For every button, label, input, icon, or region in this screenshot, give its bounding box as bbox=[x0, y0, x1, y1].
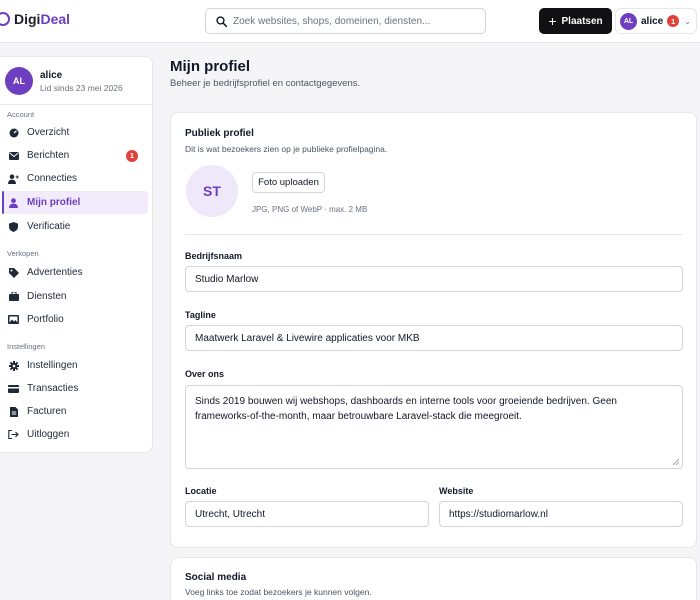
place-button-label: Plaatsen bbox=[561, 15, 603, 27]
sidebar-item-label: Transacties bbox=[27, 383, 79, 394]
user-plus-icon bbox=[8, 173, 19, 184]
credit-card-icon bbox=[8, 384, 19, 393]
user-menu[interactable]: AL alice 1 ⌄ bbox=[615, 8, 697, 34]
profile-avatar: ST bbox=[186, 165, 238, 217]
sidebar-item-uitloggen[interactable]: Uitloggen bbox=[2, 423, 148, 446]
company-name-label: Bedrijfsnaam bbox=[185, 251, 243, 261]
sidebar-profile: AL alice Lid sinds 23 mei 2026 bbox=[5, 67, 123, 95]
resize-handle-icon[interactable] bbox=[672, 458, 679, 465]
about-label: Over ons bbox=[185, 369, 225, 379]
sidebar-item-label: Verificatie bbox=[27, 221, 71, 232]
member-since: Lid sinds 23 mei 2026 bbox=[40, 82, 123, 93]
about-textarea[interactable]: Sinds 2019 bouwen wij webshops, dashboar… bbox=[185, 385, 683, 469]
avatar: AL bbox=[5, 67, 33, 95]
sidebar-item-label: Portfolio bbox=[27, 314, 64, 325]
page-title: Mijn profiel bbox=[170, 58, 250, 75]
sidebar-item-instellingen[interactable]: Instellingen bbox=[2, 354, 148, 377]
location-label: Locatie bbox=[185, 486, 217, 496]
section-label-verkopen: Verkopen bbox=[7, 249, 39, 258]
top-bar: DigiDeal + Plaatsen AL alice 1 ⌄ bbox=[0, 0, 700, 43]
card-subtitle: Voeg links toe zodat bezoekers je kunnen… bbox=[185, 587, 372, 597]
sidebar-item-label: Overzicht bbox=[27, 127, 70, 138]
logo-text: DigiDeal bbox=[14, 11, 71, 27]
tagline-label: Tagline bbox=[185, 310, 216, 320]
divider bbox=[0, 104, 152, 105]
sidebar-item-label: Berichten bbox=[27, 150, 70, 161]
tagline-field[interactable]: Maatwerk Laravel & Livewire applicaties … bbox=[185, 325, 683, 351]
sidebar-item-overzicht[interactable]: Overzicht bbox=[2, 121, 148, 144]
website-field[interactable]: https://studiomarlow.nl bbox=[439, 501, 683, 527]
search-bar[interactable] bbox=[205, 8, 486, 34]
user-icon bbox=[8, 197, 19, 208]
section-label-instellingen: Instellingen bbox=[7, 342, 45, 351]
sidebar-item-portfolio[interactable]: Portfolio bbox=[2, 308, 148, 331]
notification-badge: 1 bbox=[667, 15, 680, 27]
images-icon bbox=[8, 315, 19, 324]
sidebar-item-label: Diensten bbox=[27, 291, 67, 302]
sidebar-item-label: Connecties bbox=[27, 173, 78, 184]
divider bbox=[185, 234, 683, 235]
sidebar-item-label: Mijn profiel bbox=[27, 197, 81, 208]
search-input[interactable] bbox=[233, 15, 473, 27]
upload-photo-button[interactable]: Foto uploaden bbox=[252, 172, 325, 193]
website-label: Website bbox=[439, 486, 474, 496]
sidebar-item-verificatie[interactable]: Verificatie bbox=[2, 215, 148, 238]
gear-icon bbox=[8, 360, 19, 371]
notification-badge: 1 bbox=[126, 149, 138, 162]
shield-icon bbox=[8, 221, 19, 232]
upload-hint: JPG, PNG of WebP · max. 2 MB bbox=[252, 205, 368, 214]
sidebar-item-berichten[interactable]: Berichten 1 bbox=[2, 144, 148, 167]
sidebar-item-label: Uitloggen bbox=[27, 429, 70, 440]
logo-icon bbox=[0, 12, 10, 26]
company-name-field[interactable]: Studio Marlow bbox=[185, 266, 683, 292]
section-label-account: Account bbox=[7, 110, 35, 119]
sidebar-item-diensten[interactable]: Diensten bbox=[2, 285, 148, 308]
search-icon bbox=[216, 15, 227, 27]
envelope-icon bbox=[8, 151, 19, 160]
sidebar: AL alice Lid sinds 23 mei 2026 Account O… bbox=[0, 56, 153, 453]
card-subtitle: Dit is wat bezoekers zien op je publieke… bbox=[185, 144, 388, 154]
sidebar-item-label: Advertenties bbox=[27, 267, 83, 278]
tag-icon bbox=[8, 267, 19, 278]
sidebar-item-transacties[interactable]: Transacties bbox=[2, 377, 148, 400]
page-subtitle: Beheer je bedrijfsprofiel en contactgege… bbox=[170, 78, 361, 89]
sidebar-item-label: Instellingen bbox=[27, 360, 78, 371]
card-title: Social media bbox=[185, 572, 247, 583]
sidebar-item-connecties[interactable]: Connecties bbox=[2, 167, 148, 190]
user-name: alice bbox=[641, 15, 664, 27]
place-button[interactable]: + Plaatsen bbox=[539, 8, 612, 34]
about-text: Sinds 2019 bouwen wij webshops, dashboar… bbox=[195, 396, 617, 422]
location-field[interactable]: Utrecht, Utrecht bbox=[185, 501, 429, 527]
chevron-down-icon: ⌄ bbox=[684, 16, 691, 26]
logo[interactable]: DigiDeal bbox=[0, 11, 70, 27]
sidebar-item-mijn-profiel[interactable]: Mijn profiel bbox=[2, 191, 148, 214]
dashboard-icon bbox=[8, 128, 19, 138]
logout-icon bbox=[8, 430, 19, 439]
invoice-icon bbox=[8, 406, 19, 417]
briefcase-icon bbox=[8, 292, 19, 301]
plus-icon: + bbox=[548, 13, 557, 29]
card-title: Publiek profiel bbox=[185, 128, 254, 139]
sidebar-item-facturen[interactable]: Facturen bbox=[2, 400, 148, 423]
sidebar-item-label: Facturen bbox=[27, 406, 67, 417]
public-profile-card: Publiek profiel Dit is wat bezoekers zie… bbox=[170, 112, 697, 548]
sidebar-user-name: alice bbox=[40, 69, 63, 81]
social-media-card: Social media Voeg links toe zodat bezoek… bbox=[170, 557, 697, 600]
avatar: AL bbox=[620, 12, 637, 30]
sidebar-item-advertenties[interactable]: Advertenties bbox=[2, 261, 148, 284]
